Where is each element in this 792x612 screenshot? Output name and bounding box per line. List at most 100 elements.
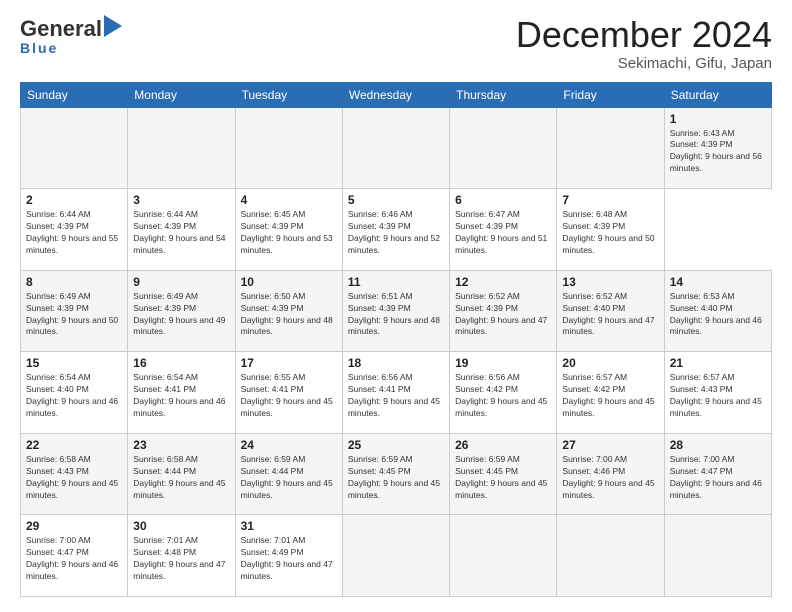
sunrise-text: Sunrise: 6:59 AM — [348, 454, 444, 466]
day-number: 2 — [26, 193, 122, 207]
week-row-3: 15Sunrise: 6:54 AMSunset: 4:40 PMDayligh… — [21, 352, 772, 434]
sunset-text: Sunset: 4:39 PM — [26, 303, 122, 315]
day-number: 17 — [241, 356, 337, 370]
day-info: Sunrise: 7:00 AMSunset: 4:46 PMDaylight:… — [562, 454, 658, 502]
sunset-text: Sunset: 4:39 PM — [133, 303, 229, 315]
day-number: 4 — [241, 193, 337, 207]
table-row: 17 Sunrise: 6:55 AMSunset: 4:41 PMDayligh… — [235, 352, 342, 434]
day-info: Sunrise: 6:44 AMSunset: 4:39 PMDaylight:… — [26, 209, 122, 257]
logo-general-text: General — [20, 16, 102, 42]
daylight-text: Daylight: 9 hours and 50 minutes. — [26, 315, 122, 339]
day-info: Sunrise: 6:52 AMSunset: 4:40 PMDaylight:… — [562, 291, 658, 339]
table-row: 7Sunrise: 6:48 AMSunset: 4:39 PMDaylight… — [557, 189, 664, 271]
daylight-text: Daylight: 9 hours and 48 minutes. — [348, 315, 444, 339]
day-number: 13 — [562, 275, 658, 289]
day-number: 9 — [133, 275, 229, 289]
day-number: 21 — [670, 356, 766, 370]
sunrise-text: Sunrise: 6:43 AM — [670, 128, 766, 140]
table-row — [450, 107, 557, 189]
table-row: 29Sunrise: 7:00 AMSunset: 4:47 PMDayligh… — [21, 515, 128, 597]
sunrise-text: Sunrise: 6:59 AM — [241, 454, 337, 466]
daylight-text: Daylight: 9 hours and 45 minutes. — [562, 478, 658, 502]
table-row: 4Sunrise: 6:45 AMSunset: 4:39 PMDaylight… — [235, 189, 342, 271]
calendar-header-row: Sunday Monday Tuesday Wednesday Thursday… — [21, 82, 772, 107]
daylight-text: Daylight: 9 hours and 49 minutes. — [133, 315, 229, 339]
day-number: 20 — [562, 356, 658, 370]
daylight-text: Daylight: 9 hours and 46 minutes. — [133, 396, 229, 420]
daylight-text: Daylight: 9 hours and 45 minutes. — [26, 478, 122, 502]
daylight-text: Daylight: 9 hours and 54 minutes. — [133, 233, 229, 257]
daylight-text: Daylight: 9 hours and 51 minutes. — [455, 233, 551, 257]
sunrise-text: Sunrise: 6:52 AM — [455, 291, 551, 303]
table-row: 6Sunrise: 6:47 AMSunset: 4:39 PMDaylight… — [450, 189, 557, 271]
col-friday: Friday — [557, 82, 664, 107]
day-info: Sunrise: 6:48 AMSunset: 4:39 PMDaylight:… — [562, 209, 658, 257]
sunset-text: Sunset: 4:39 PM — [670, 139, 766, 151]
sunrise-text: Sunrise: 6:47 AM — [455, 209, 551, 221]
daylight-text: Daylight: 9 hours and 50 minutes. — [562, 233, 658, 257]
table-row: 28Sunrise: 7:00 AMSunset: 4:47 PMDayligh… — [664, 433, 771, 515]
day-number: 24 — [241, 438, 337, 452]
day-info: Sunrise: 7:01 AMSunset: 4:48 PMDaylight:… — [133, 535, 229, 583]
day-number: 25 — [348, 438, 444, 452]
day-info: Sunrise: 6:43 AMSunset: 4:39 PMDaylight:… — [670, 128, 766, 176]
table-row: 20Sunrise: 6:57 AMSunset: 4:42 PMDayligh… — [557, 352, 664, 434]
day-info: Sunrise: 6:53 AMSunset: 4:40 PMDaylight:… — [670, 291, 766, 339]
sunrise-text: Sunrise: 7:00 AM — [26, 535, 122, 547]
logo-arrow-icon — [104, 15, 122, 42]
daylight-text: Daylight: 9 hours and 45 minutes. — [348, 396, 444, 420]
day-number: 22 — [26, 438, 122, 452]
sunrise-text: Sunrise: 6:46 AM — [348, 209, 444, 221]
table-row: 5Sunrise: 6:46 AMSunset: 4:39 PMDaylight… — [342, 189, 449, 271]
sunset-text: Sunset: 4:39 PM — [26, 221, 122, 233]
sunset-text: Sunset: 4:43 PM — [670, 384, 766, 396]
daylight-text: Daylight: 9 hours and 45 minutes. — [348, 478, 444, 502]
sunset-text: Sunset: 4:43 PM — [26, 466, 122, 478]
daylight-text: Daylight: 9 hours and 47 minutes. — [133, 559, 229, 583]
day-number: 27 — [562, 438, 658, 452]
sunrise-text: Sunrise: 6:54 AM — [26, 372, 122, 384]
col-monday: Monday — [128, 82, 235, 107]
sunset-text: Sunset: 4:39 PM — [241, 303, 337, 315]
table-row — [664, 515, 771, 597]
day-info: Sunrise: 6:51 AMSunset: 4:39 PMDaylight:… — [348, 291, 444, 339]
sunset-text: Sunset: 4:39 PM — [241, 221, 337, 233]
table-row: 22 Sunrise: 6:58 AMSunset: 4:43 PMDayligh… — [21, 433, 128, 515]
daylight-text: Daylight: 9 hours and 46 minutes. — [26, 396, 122, 420]
sunset-text: Sunset: 4:45 PM — [348, 466, 444, 478]
sunset-text: Sunset: 4:47 PM — [26, 547, 122, 559]
sunset-text: Sunset: 4:47 PM — [670, 466, 766, 478]
sunset-text: Sunset: 4:42 PM — [455, 384, 551, 396]
sunset-text: Sunset: 4:45 PM — [455, 466, 551, 478]
sunrise-text: Sunrise: 6:53 AM — [670, 291, 766, 303]
day-number: 19 — [455, 356, 551, 370]
table-row: 25 Sunrise: 6:59 AMSunset: 4:45 PMDayligh… — [342, 433, 449, 515]
day-info: Sunrise: 6:49 AMSunset: 4:39 PMDaylight:… — [133, 291, 229, 339]
day-info: Sunrise: 6:58 AMSunset: 4:43 PMDaylight:… — [26, 454, 122, 502]
week-row-1: 2 Sunrise: 6:44 AMSunset: 4:39 PMDaylight… — [21, 189, 772, 271]
table-row: 30Sunrise: 7:01 AMSunset: 4:48 PMDayligh… — [128, 515, 235, 597]
daylight-text: Daylight: 9 hours and 52 minutes. — [348, 233, 444, 257]
table-row: 31Sunrise: 7:01 AMSunset: 4:49 PMDayligh… — [235, 515, 342, 597]
day-number: 10 — [241, 275, 337, 289]
table-row: 9 Sunrise: 6:49 AMSunset: 4:39 PMDaylight… — [128, 270, 235, 352]
sunrise-text: Sunrise: 6:57 AM — [670, 372, 766, 384]
sunset-text: Sunset: 4:41 PM — [348, 384, 444, 396]
table-row: 26Sunrise: 6:59 AMSunset: 4:45 PMDayligh… — [450, 433, 557, 515]
day-info: Sunrise: 6:55 AMSunset: 4:41 PMDaylight:… — [241, 372, 337, 420]
sunrise-text: Sunrise: 6:59 AM — [455, 454, 551, 466]
day-info: Sunrise: 7:00 AMSunset: 4:47 PMDaylight:… — [26, 535, 122, 583]
week-row-4: 22Sunrise: 6:58 AMSunset: 4:43 PMDayligh… — [21, 433, 772, 515]
day-info: Sunrise: 6:59 AMSunset: 4:44 PMDaylight:… — [241, 454, 337, 502]
day-number: 1 — [670, 112, 766, 126]
day-number: 15 — [26, 356, 122, 370]
sunrise-text: Sunrise: 7:00 AM — [670, 454, 766, 466]
sunset-text: Sunset: 4:39 PM — [133, 221, 229, 233]
table-row: 19Sunrise: 6:56 AMSunset: 4:42 PMDayligh… — [450, 352, 557, 434]
sunrise-text: Sunrise: 6:52 AM — [562, 291, 658, 303]
sunrise-text: Sunrise: 6:49 AM — [133, 291, 229, 303]
table-row: 12Sunrise: 6:52 AMSunset: 4:39 PMDayligh… — [450, 270, 557, 352]
day-info: Sunrise: 6:46 AMSunset: 4:39 PMDaylight:… — [348, 209, 444, 257]
sunrise-text: Sunrise: 6:55 AM — [241, 372, 337, 384]
sunrise-text: Sunrise: 6:58 AM — [26, 454, 122, 466]
